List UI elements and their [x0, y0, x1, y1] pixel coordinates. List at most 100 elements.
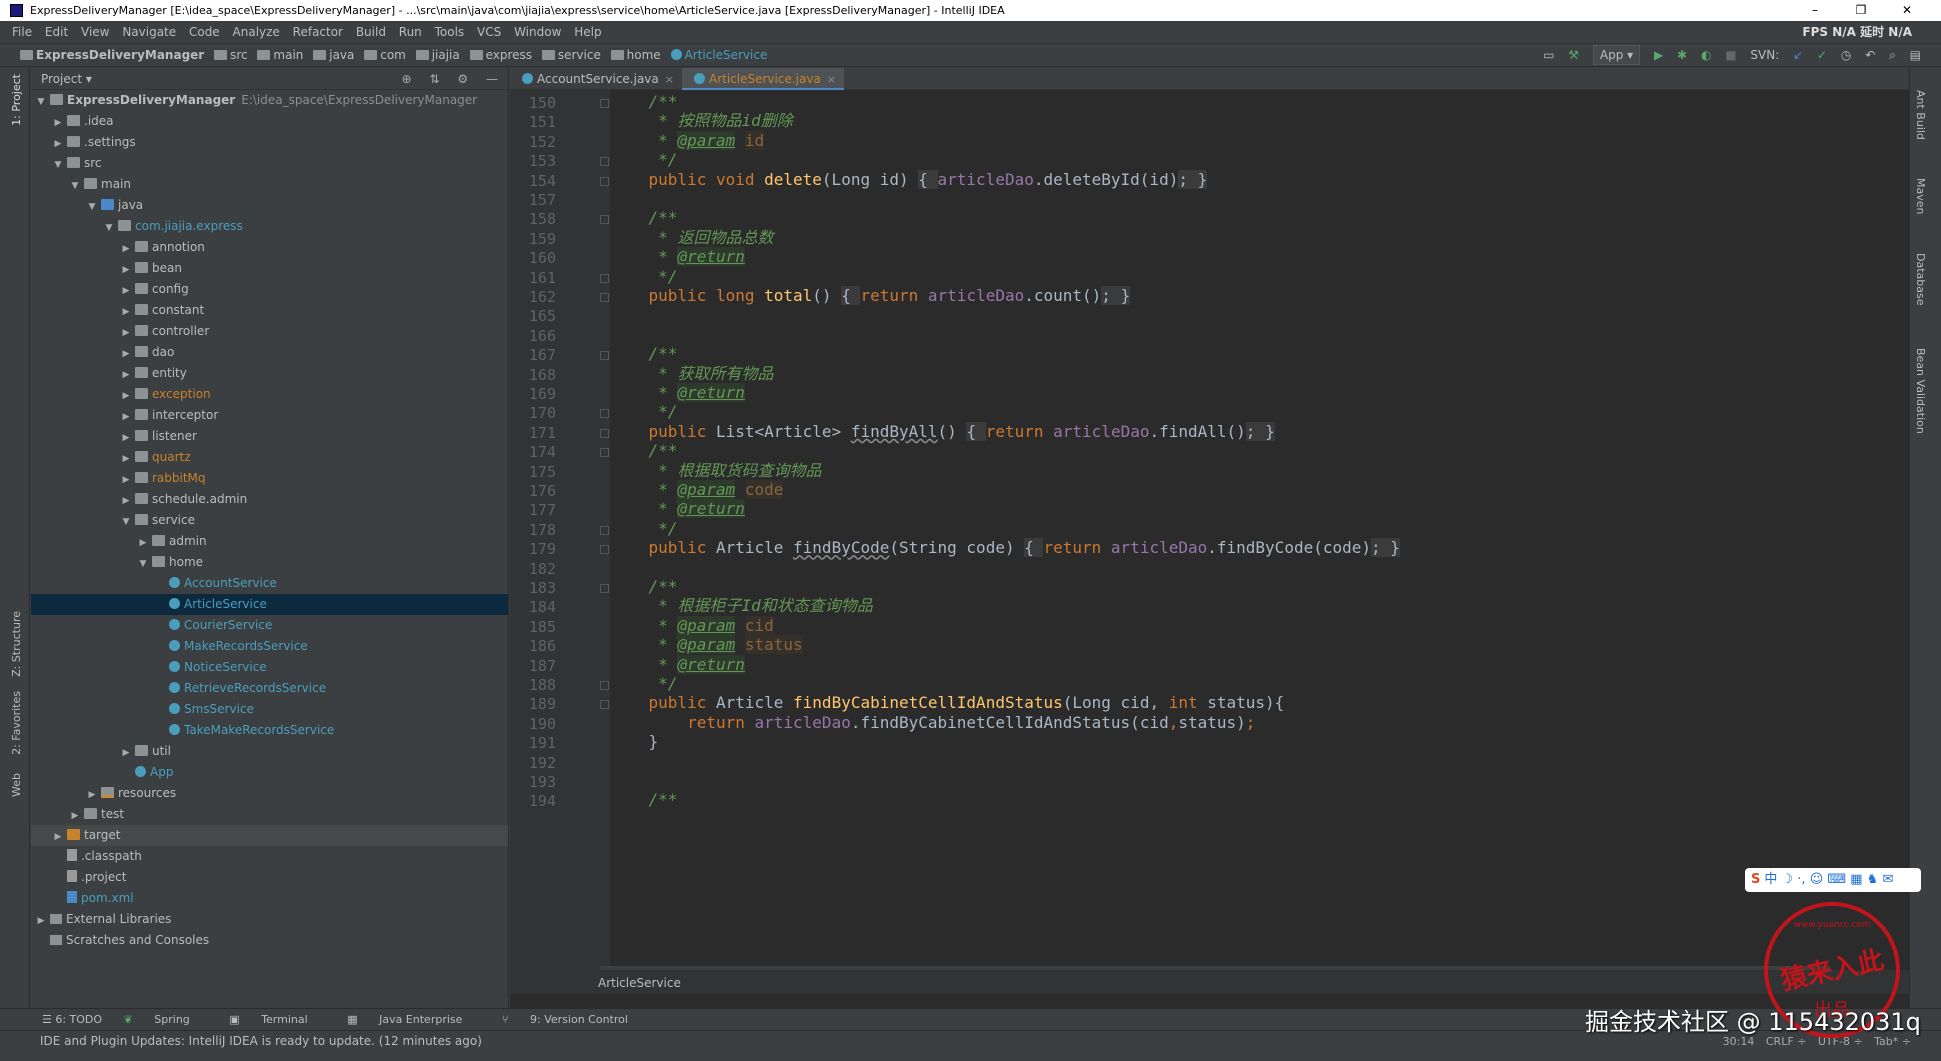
collapse-arrow-icon[interactable]: ▶	[69, 806, 81, 827]
collapse-arrow-icon[interactable]: ▶	[120, 239, 132, 260]
crumb-jiajia[interactable]: jiajia	[415, 44, 460, 67]
fold-marker-icon[interactable]	[600, 273, 609, 283]
menu-window[interactable]: Window	[514, 25, 561, 39]
history-icon[interactable]: ◷	[1841, 48, 1851, 62]
tree-node[interactable]: ▶ controller	[31, 321, 508, 342]
todo-tool-button[interactable]: ☰ 6: TODO	[42, 1013, 102, 1026]
tree-node[interactable]: ▶ .idea	[31, 111, 508, 132]
close-tab-icon[interactable]: ×	[827, 73, 836, 86]
tree-node[interactable]: ▶ rabbitMq	[31, 468, 508, 489]
ime-toolbar[interactable]: S中 ☽ ·, ☺ ⌨ ▦ ♞ ✉	[1745, 868, 1921, 892]
java-enterprise-tool-button[interactable]: ▦ Java Enterprise	[347, 1013, 480, 1026]
tree-node[interactable]: ▼ ExpressDeliveryManager E:\idea_space\Exp…	[31, 90, 508, 111]
project-view-select[interactable]: Project ▾	[41, 72, 92, 86]
fold-marker-icon[interactable]	[600, 525, 609, 535]
search-icon[interactable]: ⌕	[1889, 48, 1896, 62]
crumb-articleservice[interactable]: ArticleService	[670, 44, 767, 67]
minimize-button[interactable]: –	[1792, 0, 1838, 21]
status-message[interactable]: IDE and Plugin Updates: IntelliJ IDEA is…	[40, 1034, 482, 1048]
tree-node[interactable]: ▶ test	[31, 804, 508, 825]
collapse-arrow-icon[interactable]: ▶	[120, 365, 132, 386]
layout-icon[interactable]: ▭	[1543, 48, 1554, 62]
fold-marker-icon[interactable]	[600, 351, 609, 361]
collapse-arrow-icon[interactable]: ▶	[120, 743, 132, 764]
collapse-arrow-icon[interactable]: ▶	[120, 281, 132, 302]
project-tool-tab[interactable]: 1: Project	[10, 74, 23, 126]
tree-node[interactable]: AccountService	[31, 573, 508, 594]
svn-update-icon[interactable]: ↙	[1793, 48, 1803, 62]
fold-marker-icon[interactable]	[600, 215, 609, 225]
tree-node[interactable]: ▼ service	[31, 510, 508, 531]
tree-node[interactable]: .project	[31, 867, 508, 888]
database-tool-tab[interactable]: Database	[1914, 253, 1927, 306]
fold-marker-icon[interactable]	[600, 99, 609, 108]
expand-arrow-icon[interactable]: ▼	[52, 155, 64, 176]
run-icon[interactable]: ▶	[1654, 48, 1663, 62]
crumb-express[interactable]: express	[469, 44, 532, 67]
code-view[interactable]: /** * 按照物品id删除 * @param id */ public voi…	[610, 90, 1930, 970]
collapse-icon[interactable]: ⇅	[430, 72, 440, 86]
tree-node[interactable]: RetrieveRecordsService	[31, 678, 508, 699]
tree-node[interactable]: ▼ com.jiajia.express	[31, 216, 508, 237]
menu-navigate[interactable]: Navigate	[122, 25, 176, 39]
collapse-arrow-icon[interactable]: ▶	[86, 785, 98, 806]
expand-arrow-icon[interactable]: ▼	[86, 197, 98, 218]
tree-node[interactable]: ▼ home	[31, 552, 508, 573]
version-control-tool-button[interactable]: ⑂ 9: Version Control	[502, 1013, 646, 1026]
web-tool-tab[interactable]: Web	[10, 773, 23, 797]
tab-accountservice[interactable]: AccountService.java ×	[510, 68, 682, 90]
tree-node[interactable]: ▶ config	[31, 279, 508, 300]
crumb-src[interactable]: src	[214, 44, 248, 67]
favorites-tool-tab[interactable]: 2: Favorites	[10, 691, 23, 755]
maven-tool-tab[interactable]: Maven	[1914, 178, 1927, 214]
crumb-service[interactable]: service	[541, 44, 601, 67]
collapse-arrow-icon[interactable]: ▶	[120, 323, 132, 344]
menu-help[interactable]: Help	[574, 25, 601, 39]
collapse-arrow-icon[interactable]: ▶	[120, 449, 132, 470]
tree-node[interactable]: ▼ main	[31, 174, 508, 195]
tree-node[interactable]: ArticleService	[31, 594, 508, 615]
collapse-arrow-icon[interactable]: ▶	[120, 491, 132, 512]
menu-refactor[interactable]: Refactor	[293, 25, 343, 39]
tree-node[interactable]: ▼ java	[31, 195, 508, 216]
fold-marker-icon[interactable]	[600, 157, 609, 167]
gear-icon[interactable]: ⚙	[457, 72, 468, 86]
fold-marker-icon[interactable]	[600, 176, 609, 186]
close-button[interactable]: ✕	[1884, 0, 1930, 21]
build-hammer-icon[interactable]: ⚒	[1568, 48, 1579, 62]
tree-node[interactable]: ▶ entity	[31, 363, 508, 384]
menu-edit[interactable]: Edit	[45, 25, 68, 39]
tree-node[interactable]: ▶ annotion	[31, 237, 508, 258]
menu-build[interactable]: Build	[356, 25, 386, 39]
collapse-arrow-icon[interactable]: ▶	[52, 134, 64, 155]
crumb-home[interactable]: home	[610, 44, 661, 67]
ant-build-tool-tab[interactable]: Ant Build	[1914, 90, 1927, 140]
crumb-main[interactable]: main	[257, 44, 303, 67]
tree-node[interactable]: TakeMakeRecordsService	[31, 720, 508, 741]
collapse-arrow-icon[interactable]: ▶	[35, 911, 47, 932]
collapse-arrow-icon[interactable]: ▶	[120, 386, 132, 407]
collapse-arrow-icon[interactable]: ▶	[120, 260, 132, 281]
tree-node[interactable]: ▶ .settings	[31, 132, 508, 153]
fold-marker-icon[interactable]	[600, 448, 609, 458]
tree-node[interactable]: ▶ resources	[31, 783, 508, 804]
tree-node[interactable]: ▶ listener	[31, 426, 508, 447]
terminal-tool-button[interactable]: ▣ Terminal	[229, 1013, 325, 1026]
menu-analyze[interactable]: Analyze	[233, 25, 280, 39]
expand-arrow-icon[interactable]: ▼	[103, 218, 115, 239]
tree-node[interactable]: ▶ schedule.admin	[31, 489, 508, 510]
tree-node[interactable]: ▼ src	[31, 153, 508, 174]
menu-run[interactable]: Run	[399, 25, 422, 39]
locate-icon[interactable]: ⊕	[402, 72, 412, 86]
hide-icon[interactable]: —	[486, 72, 498, 86]
expand-arrow-icon[interactable]: ▼	[35, 92, 47, 113]
crumb-project[interactable]: ExpressDeliveryManager	[20, 44, 204, 67]
debug-icon[interactable]: ✱	[1677, 48, 1687, 62]
menu-view[interactable]: View	[81, 25, 109, 39]
coverage-icon[interactable]: ◐	[1701, 48, 1711, 62]
collapse-arrow-icon[interactable]: ▶	[120, 302, 132, 323]
fold-marker-icon[interactable]	[600, 409, 609, 419]
collapse-arrow-icon[interactable]: ▶	[52, 113, 64, 134]
fold-marker-icon[interactable]	[600, 584, 609, 593]
revert-icon[interactable]: ↶	[1865, 48, 1875, 62]
